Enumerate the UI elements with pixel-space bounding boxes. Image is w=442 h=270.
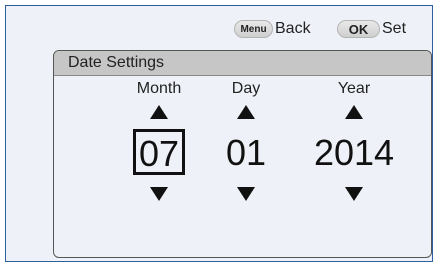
year-up-arrow-icon[interactable] (345, 105, 363, 119)
device-screen: Menu Back OK Set Date Settings Month 07 … (5, 5, 433, 262)
month-label: Month (136, 80, 182, 97)
back-label: Back (275, 20, 311, 37)
menu-key-badge[interactable]: Menu (234, 20, 273, 38)
day-up-arrow-icon[interactable] (237, 105, 255, 119)
month-down-arrow-icon[interactable] (150, 187, 168, 201)
month-column: Month 07 (109, 79, 209, 201)
ok-key-badge[interactable]: OK (337, 20, 380, 38)
year-label: Year (337, 80, 371, 97)
panel-title: Date Settings (54, 51, 431, 76)
back-hint[interactable]: Menu Back (234, 20, 311, 38)
day-down-arrow-icon[interactable] (237, 187, 255, 201)
set-hint[interactable]: OK Set (337, 20, 406, 38)
date-settings-panel: Date Settings Month 07 Day 01 Year 2014 (53, 50, 432, 258)
month-value[interactable]: 07 (109, 129, 209, 177)
year-column: Year 2014 (304, 79, 404, 201)
month-value-text: 07 (133, 129, 185, 175)
month-up-arrow-icon[interactable] (150, 105, 168, 119)
day-value[interactable]: 01 (196, 129, 296, 177)
day-column: Day 01 (196, 79, 296, 201)
year-value[interactable]: 2014 (304, 129, 404, 177)
day-label: Day (231, 80, 261, 97)
key-hint-bar: Menu Back OK Set (6, 20, 432, 44)
year-down-arrow-icon[interactable] (345, 187, 363, 201)
set-label: Set (382, 20, 407, 37)
